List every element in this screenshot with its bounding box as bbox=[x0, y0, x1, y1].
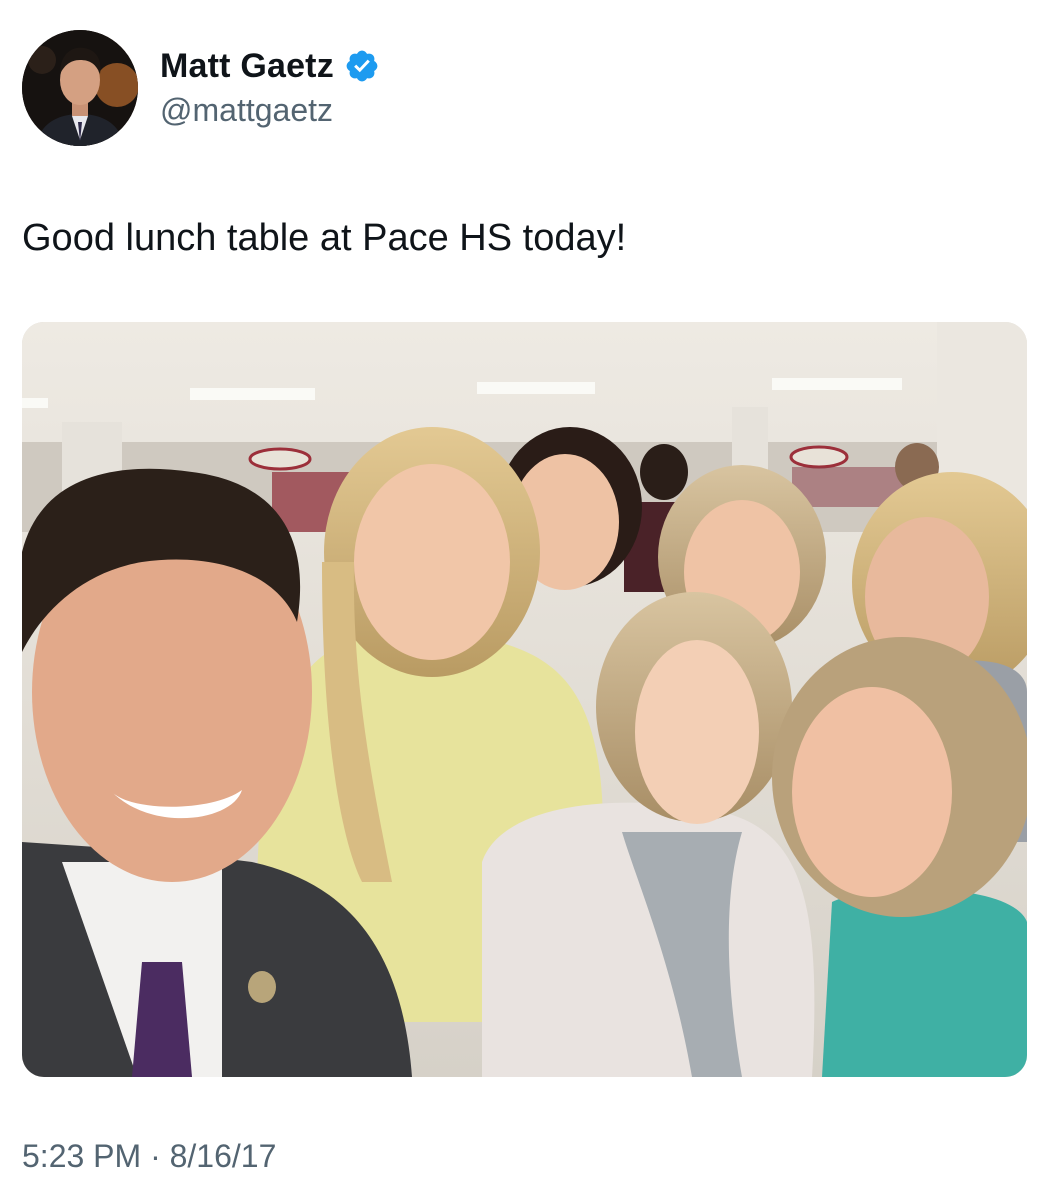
tweet-text: Good lunch table at Pace HS today! bbox=[22, 217, 627, 259]
selfie-photo-icon bbox=[22, 322, 1027, 1077]
author-name-row: Matt Gaetz bbox=[160, 44, 380, 88]
verified-badge-icon bbox=[344, 48, 380, 84]
tweet-card: Matt Gaetz @mattgaetz Good lunch table a… bbox=[0, 0, 1049, 1200]
tweet-date: 8/16/17 bbox=[169, 1138, 277, 1174]
author-avatar[interactable] bbox=[22, 30, 138, 146]
author-display-name[interactable]: Matt Gaetz bbox=[160, 47, 334, 86]
profile-photo-icon bbox=[22, 30, 138, 146]
tweet-timestamp[interactable]: 5:23 PM · 8/16/17 bbox=[22, 1138, 276, 1175]
tweet-media-photo[interactable] bbox=[22, 322, 1027, 1077]
timestamp-separator: · bbox=[150, 1138, 161, 1174]
author-handle[interactable]: @mattgaetz bbox=[160, 92, 333, 129]
tweet-time: 5:23 PM bbox=[22, 1138, 142, 1174]
